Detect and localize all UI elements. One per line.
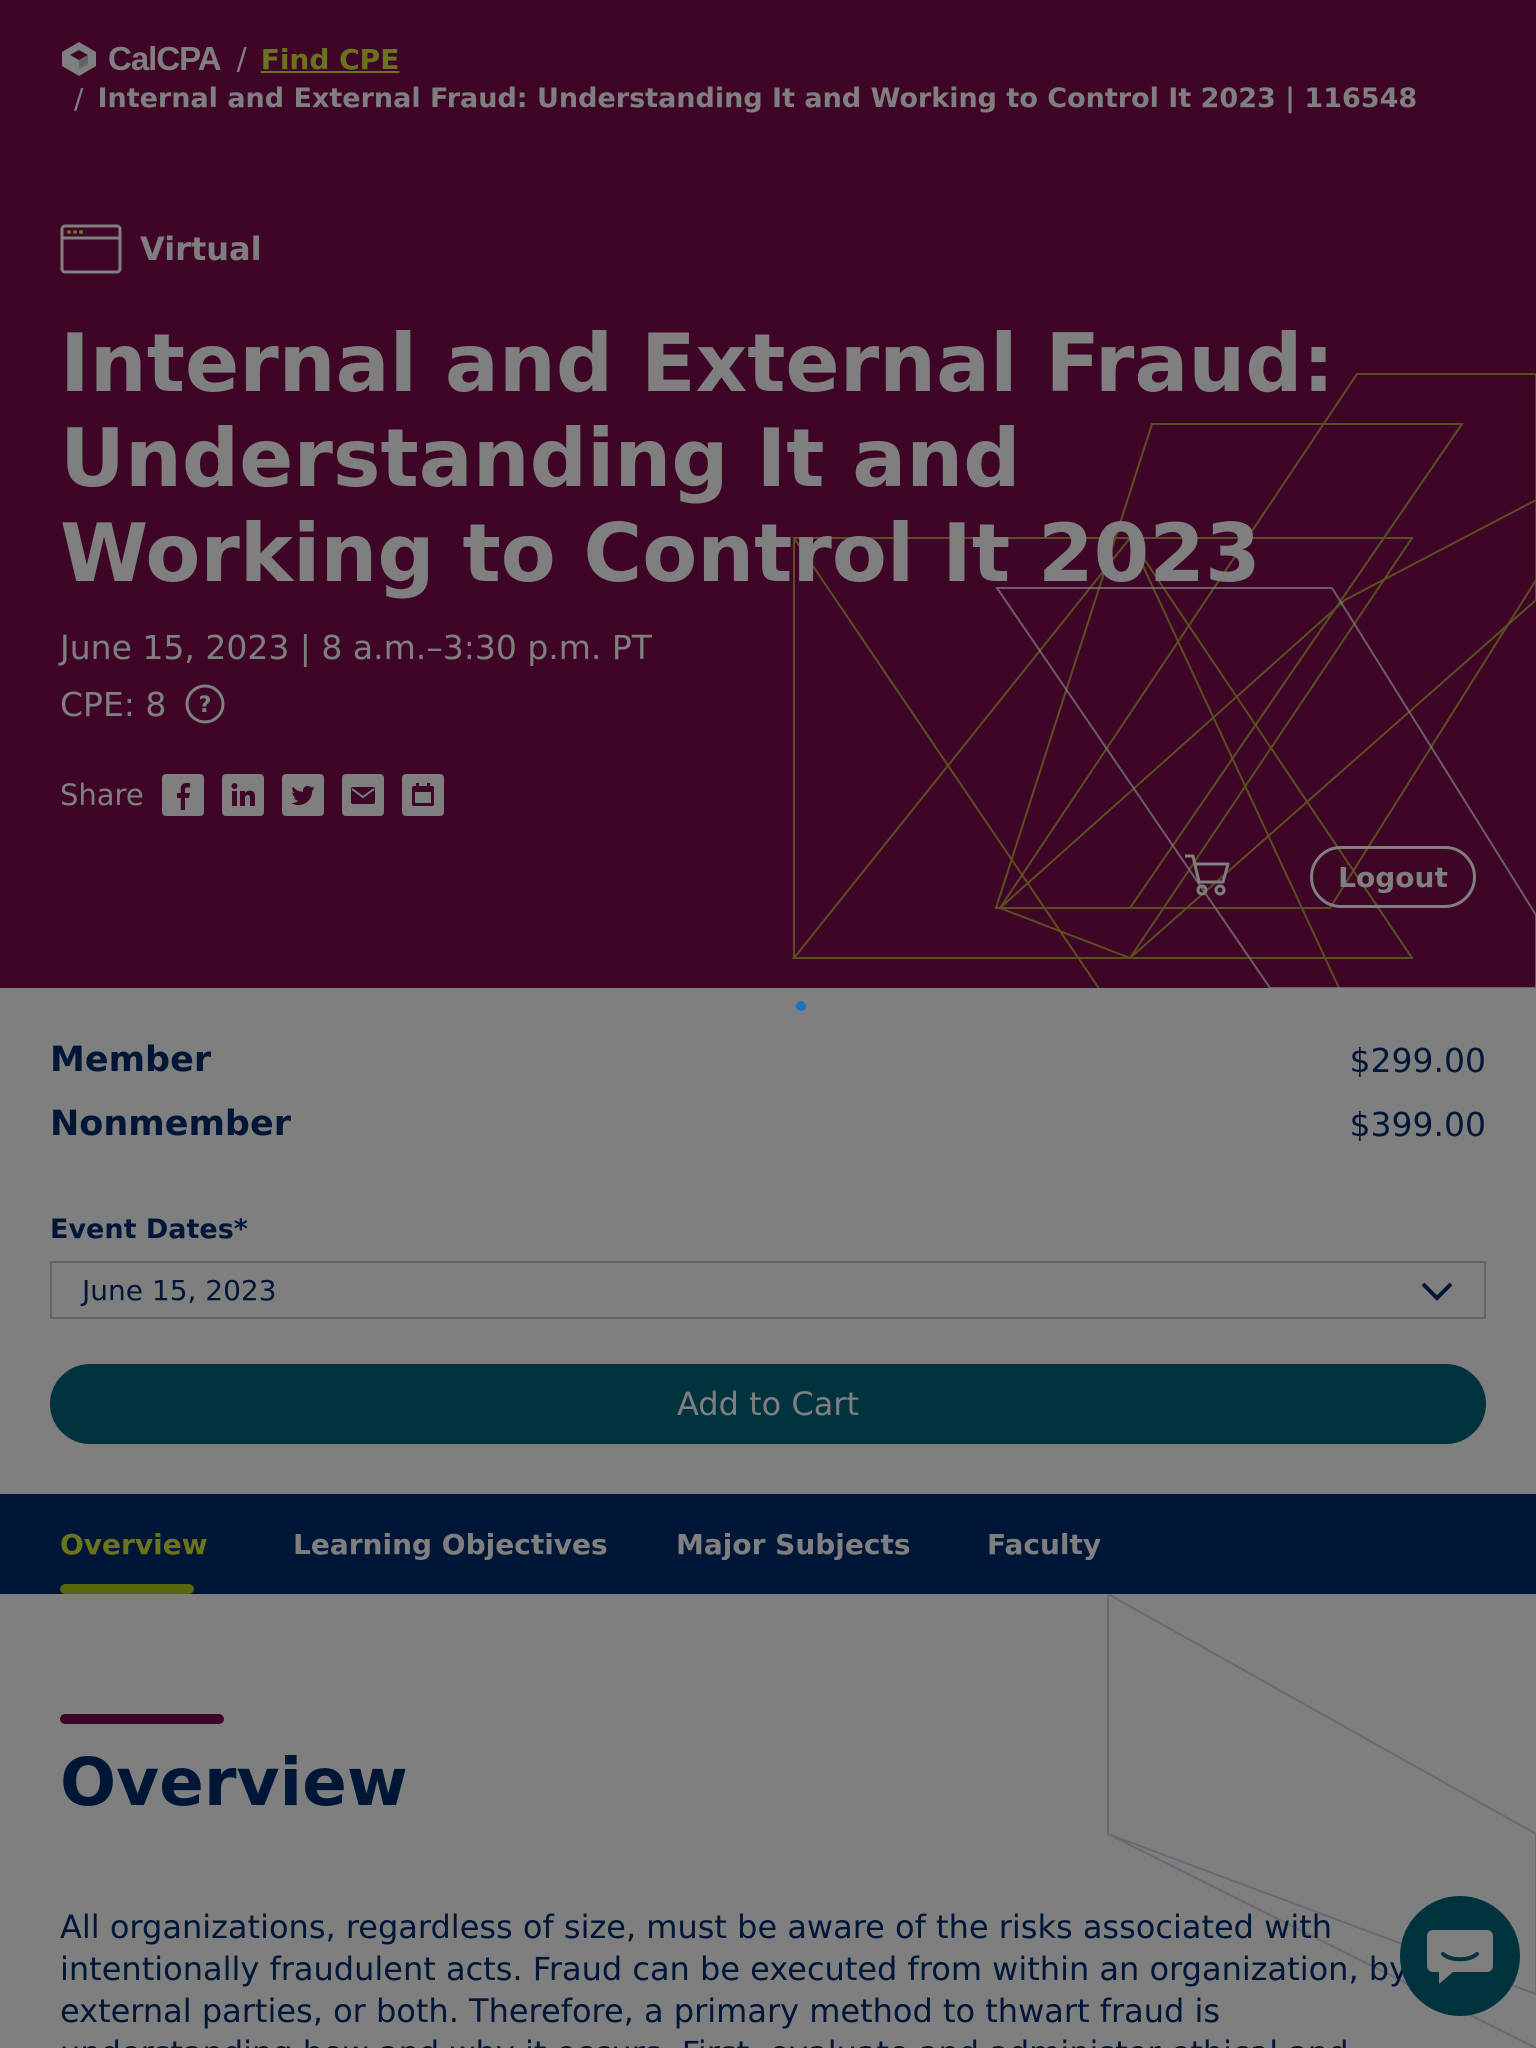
loading-spinner xyxy=(796,1001,806,1011)
modal-overlay[interactable] xyxy=(0,0,1536,2048)
